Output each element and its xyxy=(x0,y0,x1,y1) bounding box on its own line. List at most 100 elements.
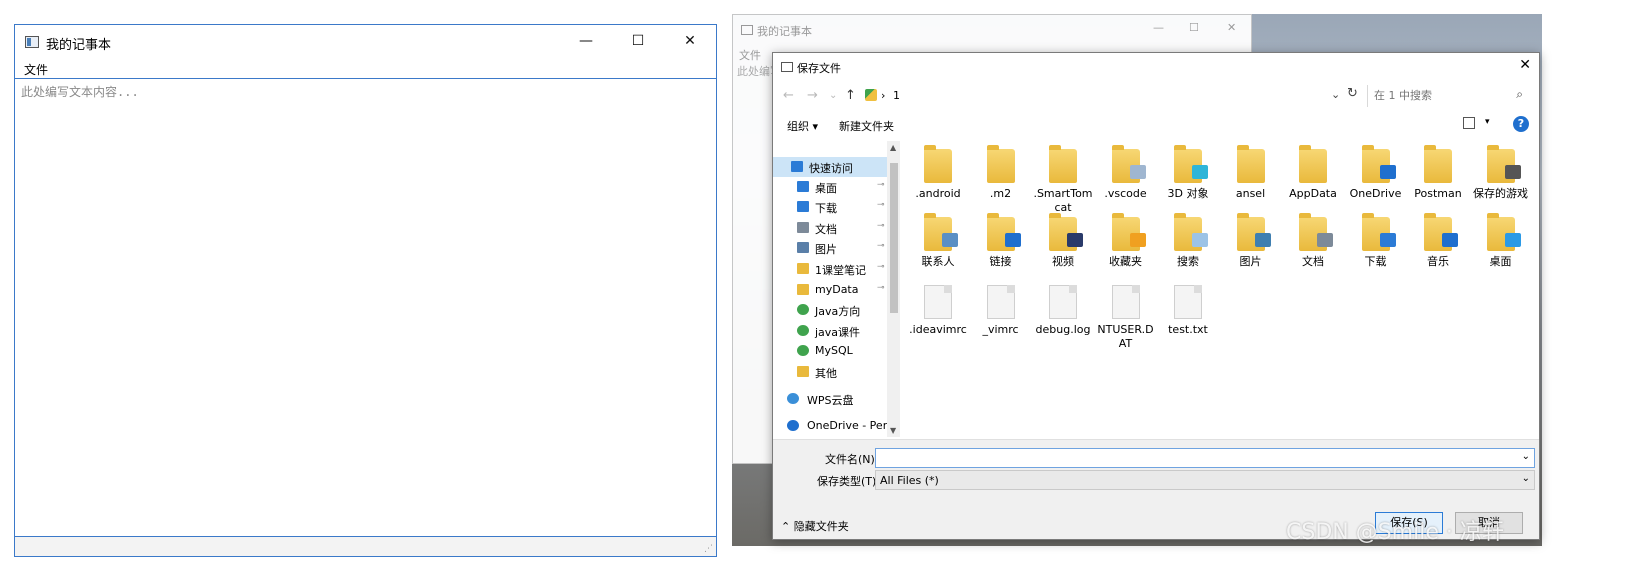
folder-item[interactable]: 文档 xyxy=(1282,213,1344,269)
search-icon[interactable]: ⌕ xyxy=(1516,87,1523,102)
pin-icon[interactable]: ⊸ xyxy=(877,200,885,210)
folder-item[interactable]: ansel xyxy=(1220,145,1282,201)
nav-item[interactable]: 快速访问 xyxy=(773,157,887,177)
pin-icon[interactable]: ⊸ xyxy=(877,283,885,293)
navigation-scrollbar[interactable]: ▲ ▼ xyxy=(887,141,900,437)
organize-button[interactable]: 组织 ▾ xyxy=(787,118,818,134)
nav-item[interactable]: 桌面 ⊸ xyxy=(773,177,887,197)
folder-item[interactable]: 保存的游戏 xyxy=(1470,145,1532,201)
address-history-dropdown[interactable]: ⌄ xyxy=(1331,88,1340,101)
folder-icon xyxy=(1424,145,1452,183)
file-item[interactable]: debug.log xyxy=(1032,285,1094,337)
scroll-thumb[interactable] xyxy=(890,163,898,313)
folder-item[interactable]: 3D 对象 xyxy=(1157,145,1219,201)
folder-item[interactable]: Postman xyxy=(1407,145,1469,201)
folder-overlay-icon xyxy=(1067,233,1083,247)
folder-item[interactable]: 链接 xyxy=(970,213,1032,269)
file-item[interactable]: NTUSER.DAT xyxy=(1095,285,1157,351)
refresh-icon[interactable]: ↻ xyxy=(1347,86,1358,101)
file-name: .android xyxy=(915,187,961,200)
menu-file[interactable]: 文件 xyxy=(739,47,761,63)
maximize-button[interactable]: ☐ xyxy=(615,25,661,57)
folder-item[interactable]: OneDrive xyxy=(1345,145,1407,201)
folder-item[interactable]: 视频 xyxy=(1032,213,1094,269)
back-arrow-icon[interactable]: ← xyxy=(783,88,794,103)
scroll-down-icon[interactable]: ▼ xyxy=(890,426,896,435)
nav-item[interactable]: WPS云盘 xyxy=(773,389,887,409)
green-folder-icon xyxy=(797,304,809,315)
nav-item-label: Java方向 xyxy=(815,305,861,318)
new-folder-button[interactable]: 新建文件夹 xyxy=(839,118,894,134)
file-name: Postman xyxy=(1414,187,1462,200)
nav-item-label: 文档 xyxy=(815,223,837,236)
file-item[interactable]: test.txt xyxy=(1157,285,1219,337)
breadcrumb-separator[interactable]: › xyxy=(881,89,885,102)
folder-icon xyxy=(1236,213,1271,251)
text-editor[interactable]: 此处编写文本内容... xyxy=(17,81,714,539)
pin-icon[interactable]: ⊸ xyxy=(877,241,885,251)
folder-item[interactable]: .SmartTomcat xyxy=(1032,145,1094,215)
file-name: 收藏夹 xyxy=(1109,255,1142,268)
pin-icon[interactable]: ⊸ xyxy=(877,180,885,190)
search-input[interactable] xyxy=(1374,85,1504,105)
recent-locations-dropdown[interactable]: ⌄ xyxy=(829,90,837,101)
help-icon[interactable]: ? xyxy=(1513,116,1529,132)
filename-dropdown[interactable]: ⌄ xyxy=(1522,451,1530,462)
nav-item-label: java课件 xyxy=(815,326,861,339)
minimize-button[interactable]: — xyxy=(1153,21,1164,34)
pin-icon[interactable]: ⊸ xyxy=(877,262,885,272)
folder-item[interactable]: 图片 xyxy=(1220,213,1282,269)
folder-item[interactable]: 联系人 xyxy=(907,213,969,269)
filename-input[interactable] xyxy=(876,449,1506,467)
nav-item[interactable]: 1课堂笔记 ⊸ xyxy=(773,259,887,279)
nav-item[interactable]: Java方向 xyxy=(773,300,887,320)
up-arrow-icon[interactable]: ↑ xyxy=(845,88,856,103)
minimize-button[interactable]: — xyxy=(563,25,609,57)
file-icon xyxy=(986,285,1015,319)
scroll-up-icon[interactable]: ▲ xyxy=(890,143,896,152)
file-name: 3D 对象 xyxy=(1167,187,1209,200)
dialog-close-button[interactable]: ✕ xyxy=(1519,57,1531,73)
nav-item[interactable]: myData ⊸ xyxy=(773,280,887,300)
breadcrumb[interactable]: 1 xyxy=(893,89,900,102)
folder-item[interactable]: 搜索 xyxy=(1157,213,1219,269)
folder-item[interactable]: .vscode xyxy=(1095,145,1157,201)
nav-item[interactable]: 图片 ⊸ xyxy=(773,238,887,258)
onedrive-icon xyxy=(787,420,799,431)
file-item[interactable]: _vimrc xyxy=(970,285,1032,337)
resize-grip-icon[interactable]: ⋰ xyxy=(704,544,713,554)
maximize-button[interactable]: ☐ xyxy=(1189,21,1199,34)
filetype-select[interactable]: All Files (*) ⌄ xyxy=(875,470,1535,490)
folder-item[interactable]: .m2 xyxy=(970,145,1032,201)
forward-arrow-icon[interactable]: → xyxy=(807,88,818,103)
nav-item[interactable]: 其他 xyxy=(773,362,887,382)
close-button[interactable]: ✕ xyxy=(667,25,713,57)
folder-item[interactable]: 收藏夹 xyxy=(1095,213,1157,269)
menu-file[interactable]: 文件 xyxy=(24,61,48,78)
pin-icon[interactable]: ⊸ xyxy=(877,221,885,231)
view-options-dropdown[interactable]: ▾ xyxy=(1485,117,1490,127)
nav-item[interactable]: MySQL xyxy=(773,341,887,361)
view-options-icon[interactable] xyxy=(1463,117,1475,129)
filetype-dropdown[interactable]: ⌄ xyxy=(1522,473,1530,484)
nav-item[interactable]: java课件 xyxy=(773,321,887,341)
folder-item[interactable]: 下载 xyxy=(1345,213,1407,269)
hide-folders-toggle[interactable]: ⌃ 隐藏文件夹 xyxy=(781,518,849,534)
file-name: debug.log xyxy=(1035,323,1091,336)
nav-item[interactable]: OneDrive - Perso xyxy=(773,416,900,436)
folder-icon xyxy=(797,284,809,295)
nav-item[interactable]: 下载 ⊸ xyxy=(773,197,887,217)
folder-item[interactable]: 桌面 xyxy=(1470,213,1532,269)
nav-item-label: MySQL xyxy=(815,344,853,357)
folder-item[interactable]: .android xyxy=(907,145,969,201)
folder-icon xyxy=(1486,213,1521,251)
close-button[interactable]: ✕ xyxy=(1227,21,1236,34)
dialog-title: 保存文件 xyxy=(797,62,841,75)
file-item[interactable]: .ideavimrc xyxy=(907,285,969,337)
save-file-dialog: 保存文件 ✕ ← → ⌄ ↑ › 1 ⌄ ↻ ⌕ 组织 ▾ 新建文件夹 ▾ ? … xyxy=(772,52,1540,540)
folder-item[interactable]: AppData xyxy=(1282,145,1344,201)
notepad-titlebar[interactable]: 我的记事本 — ☐ ✕ xyxy=(15,25,716,57)
nav-item[interactable]: 文档 ⊸ xyxy=(773,218,887,238)
folder-item[interactable]: 音乐 xyxy=(1407,213,1469,269)
dialog-window-icon xyxy=(781,62,793,72)
